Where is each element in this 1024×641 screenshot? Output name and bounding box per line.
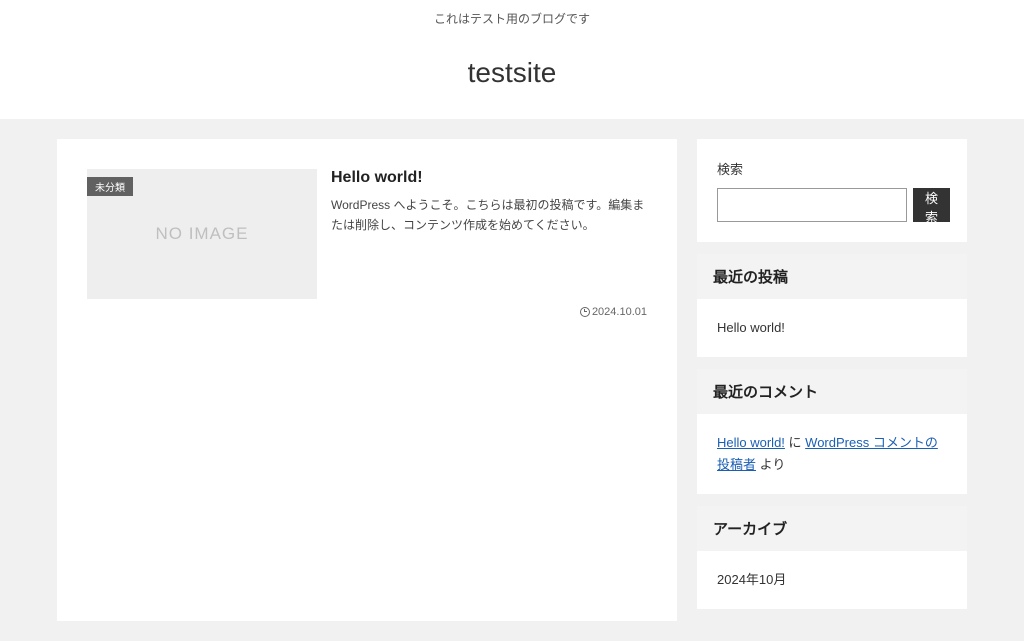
comment-post-link[interactable]: Hello world! xyxy=(717,435,785,450)
thumbnail-wrap: 未分類 NO IMAGE xyxy=(87,169,317,318)
comment-tail-text: より xyxy=(756,457,785,472)
post-title[interactable]: Hello world! xyxy=(331,169,647,187)
search-input[interactable] xyxy=(717,188,907,222)
recent-comments-title: 最近のコメント xyxy=(697,369,967,414)
post-date: 2024.10.01 xyxy=(331,306,647,318)
comment-mid-text: に xyxy=(785,435,805,450)
search-button[interactable]: 検索 xyxy=(913,188,950,222)
site-header: これはテスト用のブログです testsite xyxy=(0,0,1024,119)
sidebar: 検索 検索 最近の投稿 Hello world! 最近のコメント Hello w… xyxy=(697,139,967,621)
recent-posts-title: 最近の投稿 xyxy=(697,254,967,299)
search-label: 検索 xyxy=(717,159,947,178)
archive-widget: アーカイブ 2024年10月 xyxy=(697,506,967,609)
clock-icon xyxy=(580,307,590,317)
site-title[interactable]: testsite xyxy=(0,57,1024,89)
category-tag[interactable]: 未分類 xyxy=(87,177,133,196)
archive-link[interactable]: 2024年10月 xyxy=(717,572,786,587)
post-item[interactable]: 未分類 NO IMAGE Hello world! WordPress へようこ… xyxy=(87,169,647,318)
post-body: Hello world! WordPress へようこそ。こちらは最初の投稿です… xyxy=(331,169,647,318)
recent-post-link[interactable]: Hello world! xyxy=(717,320,785,335)
tagline: これはテスト用のブログです xyxy=(0,10,1024,27)
search-widget: 検索 検索 xyxy=(697,139,967,242)
post-excerpt: WordPress へようこそ。こちらは最初の投稿です。編集または削除し、コンテ… xyxy=(331,195,647,236)
main-column: 未分類 NO IMAGE Hello world! WordPress へようこ… xyxy=(57,139,677,621)
content-area: 未分類 NO IMAGE Hello world! WordPress へようこ… xyxy=(0,119,1024,641)
post-date-text: 2024.10.01 xyxy=(592,306,647,318)
recent-comments-widget: 最近のコメント Hello world! に WordPress コメントの投稿… xyxy=(697,369,967,494)
archive-title: アーカイブ xyxy=(697,506,967,551)
recent-posts-widget: 最近の投稿 Hello world! xyxy=(697,254,967,357)
